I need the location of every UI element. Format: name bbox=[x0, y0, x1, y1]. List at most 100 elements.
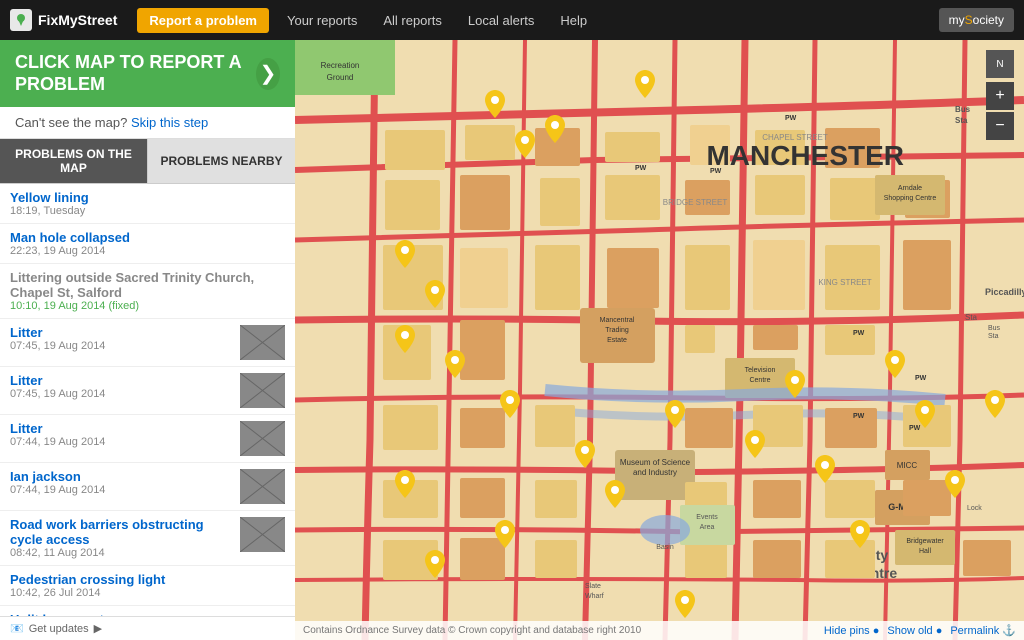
map-area[interactable]: Museum of Science and Industry Mancentra… bbox=[295, 40, 1024, 640]
svg-text:BRIDGE STREET: BRIDGE STREET bbox=[663, 198, 728, 207]
svg-text:PW: PW bbox=[635, 165, 647, 172]
problem-date: 10:10, 19 Aug 2014 (fixed) bbox=[10, 300, 285, 312]
permalink-link[interactable]: Permalink ⚓ bbox=[950, 624, 1016, 637]
map-pin-9[interactable] bbox=[500, 390, 520, 418]
nav-all-reports[interactable]: All reports bbox=[375, 9, 450, 32]
list-item[interactable]: Road work barriers obstructing cycle acc… bbox=[0, 511, 295, 566]
svg-text:Lock: Lock bbox=[967, 505, 982, 512]
map-pin-13[interactable] bbox=[575, 440, 595, 468]
map-pin-18[interactable] bbox=[785, 370, 805, 398]
list-item[interactable]: Pedestrian crossing light10:42, 26 Jul 2… bbox=[0, 566, 295, 606]
list-item[interactable]: Yellow lining18:19, Tuesday bbox=[0, 184, 295, 224]
skip-this-step-link[interactable]: Skip this step bbox=[131, 115, 208, 130]
list-item[interactable]: Unlit lamp post23:26, 23 Jul 2014 bbox=[0, 606, 295, 616]
map-pin-2[interactable] bbox=[515, 130, 535, 158]
map-pin-19[interactable] bbox=[815, 455, 835, 483]
svg-text:Museum of Science: Museum of Science bbox=[620, 458, 691, 467]
logo-text: FixMyStreet bbox=[38, 12, 117, 28]
mysociety-label: mySociety bbox=[949, 13, 1004, 27]
problem-date: 22:23, 19 Aug 2014 bbox=[10, 245, 285, 257]
svg-text:and Industry: and Industry bbox=[633, 468, 677, 477]
svg-text:Wharf: Wharf bbox=[585, 593, 604, 600]
nav-local-alerts[interactable]: Local alerts bbox=[460, 9, 542, 32]
map-pin-17[interactable] bbox=[745, 430, 765, 458]
tab-problems-nearby[interactable]: PROBLEMS NEARBY bbox=[148, 139, 295, 183]
hide-pins-link[interactable]: Hide pins ● bbox=[824, 625, 880, 637]
svg-text:KING STREET: KING STREET bbox=[818, 278, 871, 287]
svg-text:Sta: Sta bbox=[965, 313, 978, 322]
map-pin-10[interactable] bbox=[395, 470, 415, 498]
list-item[interactable]: Littering outside Sacred Trinity Church,… bbox=[0, 264, 295, 319]
mysociety-s: S bbox=[965, 13, 973, 27]
problem-thumbnail bbox=[240, 469, 285, 504]
map-pin-1[interactable] bbox=[485, 90, 505, 118]
map-pin-16[interactable] bbox=[675, 590, 695, 618]
map-pin-5[interactable] bbox=[395, 240, 415, 268]
svg-text:PW: PW bbox=[710, 168, 722, 175]
report-problem-button[interactable]: Report a problem bbox=[137, 8, 269, 33]
problem-thumbnail bbox=[240, 421, 285, 456]
problem-title: Litter bbox=[10, 421, 232, 436]
problem-title: Litter bbox=[10, 373, 232, 388]
nav-help[interactable]: Help bbox=[552, 9, 595, 32]
map-copyright: Contains Ordnance Survey data © Crown co… bbox=[303, 625, 641, 636]
list-item[interactable]: Litter07:45, 19 Aug 2014 bbox=[0, 319, 295, 367]
svg-text:Area: Area bbox=[700, 524, 715, 531]
svg-text:Basin: Basin bbox=[656, 544, 674, 551]
list-item[interactable]: Litter07:45, 19 Aug 2014 bbox=[0, 367, 295, 415]
map-pin-6[interactable] bbox=[425, 280, 445, 308]
compass-button[interactable]: N bbox=[986, 50, 1014, 78]
zoom-in-button[interactable]: + bbox=[986, 82, 1014, 110]
map-pin-15[interactable] bbox=[665, 400, 685, 428]
problem-date: 07:44, 19 Aug 2014 bbox=[10, 484, 232, 496]
list-item[interactable]: Litter07:44, 19 Aug 2014 bbox=[0, 415, 295, 463]
map-pin-11[interactable] bbox=[425, 550, 445, 578]
svg-text:PW: PW bbox=[915, 375, 927, 382]
svg-text:PW: PW bbox=[853, 413, 865, 420]
map-pin-7[interactable] bbox=[395, 325, 415, 353]
svg-text:PW: PW bbox=[785, 115, 797, 122]
svg-text:MICC: MICC bbox=[897, 461, 918, 470]
svg-text:Shopping Centre: Shopping Centre bbox=[884, 195, 937, 202]
map-pin-22[interactable] bbox=[915, 400, 935, 428]
tab-problems-on-map[interactable]: PROBLEMS ON THE MAP bbox=[0, 139, 148, 183]
show-old-link[interactable]: Show old ● bbox=[887, 625, 942, 637]
nav-your-reports[interactable]: Your reports bbox=[279, 9, 365, 32]
header: FixMyStreet Report a problem Your report… bbox=[0, 0, 1024, 40]
problem-title: Littering outside Sacred Trinity Church,… bbox=[10, 270, 285, 300]
svg-text:Hall: Hall bbox=[919, 548, 932, 555]
svg-text:Centre: Centre bbox=[749, 377, 770, 384]
problem-thumbnail bbox=[240, 373, 285, 408]
problem-title: Pedestrian crossing light bbox=[10, 572, 285, 587]
svg-text:Estate: Estate bbox=[607, 337, 627, 344]
list-item[interactable]: Man hole collapsed22:23, 19 Aug 2014 bbox=[0, 224, 295, 264]
map-pin-8[interactable] bbox=[445, 350, 465, 378]
banner-text: CLICK MAP TO REPORT A PROBLEM bbox=[15, 52, 256, 95]
bottom-updates-icon: ▶ bbox=[94, 622, 102, 635]
logo-icon bbox=[10, 9, 32, 31]
logo-area: FixMyStreet bbox=[10, 9, 117, 31]
main-layout: CLICK MAP TO REPORT A PROBLEM ❯ Can't se… bbox=[0, 40, 1024, 640]
map-pin-23[interactable] bbox=[945, 470, 965, 498]
svg-text:Events: Events bbox=[696, 514, 718, 521]
map-pin-12[interactable] bbox=[495, 520, 515, 548]
map-pin-3[interactable] bbox=[545, 115, 565, 143]
map-pin-14[interactable] bbox=[605, 480, 625, 508]
problem-title: Man hole collapsed bbox=[10, 230, 285, 245]
problem-thumbnail bbox=[240, 517, 285, 552]
svg-text:Mancentral: Mancentral bbox=[600, 317, 635, 324]
click-map-banner[interactable]: CLICK MAP TO REPORT A PROBLEM ❯ bbox=[0, 40, 295, 107]
list-item[interactable]: Ian jackson07:44, 19 Aug 2014 bbox=[0, 463, 295, 511]
map-pin-4[interactable] bbox=[635, 70, 655, 98]
map-pin-21[interactable] bbox=[885, 350, 905, 378]
problem-title: Yellow lining bbox=[10, 190, 285, 205]
bottom-text[interactable]: Get updates bbox=[29, 623, 89, 635]
svg-text:Recreation: Recreation bbox=[321, 61, 360, 70]
svg-text:Sta: Sta bbox=[955, 116, 968, 125]
map-bottom-bar: Contains Ordnance Survey data © Crown co… bbox=[295, 621, 1024, 640]
zoom-out-button[interactable]: − bbox=[986, 112, 1014, 140]
map-pin-20[interactable] bbox=[850, 520, 870, 548]
map-pin-24[interactable] bbox=[985, 390, 1005, 418]
problems-list: Yellow lining18:19, TuesdayMan hole coll… bbox=[0, 184, 295, 616]
mysociety-button[interactable]: mySociety bbox=[939, 8, 1014, 32]
